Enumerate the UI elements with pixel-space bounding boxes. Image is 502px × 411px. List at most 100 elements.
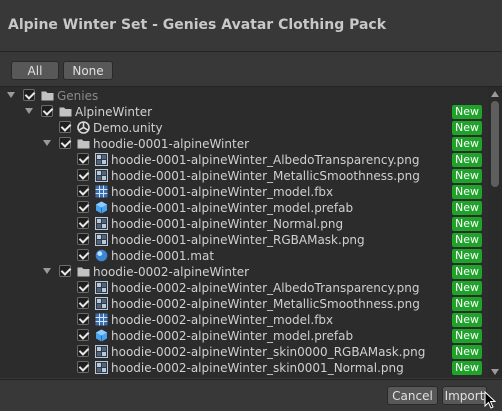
asset-label: hoodie-0002-alpineWinter_skin0000_RGBAMa… bbox=[111, 345, 426, 359]
tree-row[interactable]: hoodie-0001-alpineWinter_MetallicSmoothn… bbox=[0, 168, 488, 184]
tree-row[interactable]: hoodie-0002-alpineWinter_AlbedoTranspare… bbox=[0, 280, 488, 296]
tree-row[interactable]: AlpineWinter New bbox=[0, 104, 488, 120]
include-checkbox[interactable] bbox=[59, 121, 71, 133]
tree-row[interactable]: hoodie-0002-alpineWinter New bbox=[0, 264, 488, 280]
folder-icon bbox=[59, 105, 72, 118]
include-checkbox[interactable] bbox=[77, 297, 89, 309]
new-badge: New bbox=[452, 265, 482, 279]
tree-row[interactable]: hoodie-0002-alpineWinter_model.fbx New bbox=[0, 312, 488, 328]
mouse-cursor-icon bbox=[484, 391, 496, 409]
tree-row[interactable]: hoodie-0001.mat New bbox=[0, 248, 488, 264]
asset-label: hoodie-0001-alpineWinter_RGBAMask.png bbox=[111, 233, 365, 247]
include-checkbox[interactable] bbox=[77, 153, 89, 165]
new-badge: New bbox=[452, 169, 482, 183]
asset-label: hoodie-0002-alpineWinter_model.fbx bbox=[111, 313, 334, 327]
prefab-cube-icon bbox=[95, 329, 108, 342]
tree-row[interactable]: hoodie-0002-alpineWinter_model.prefab New bbox=[0, 328, 488, 344]
new-badge: New bbox=[452, 217, 482, 231]
model-mesh-icon bbox=[95, 185, 108, 198]
asset-label: hoodie-0001.mat bbox=[111, 249, 215, 263]
new-badge: New bbox=[452, 313, 482, 327]
include-checkbox[interactable] bbox=[41, 105, 53, 117]
new-badge: New bbox=[452, 297, 482, 311]
new-badge: New bbox=[452, 105, 482, 119]
cancel-button[interactable]: Cancel bbox=[387, 386, 438, 405]
include-checkbox[interactable] bbox=[77, 249, 89, 261]
texture-icon bbox=[95, 217, 108, 230]
include-checkbox[interactable] bbox=[77, 201, 89, 213]
asset-label: hoodie-0002-alpineWinter_AlbedoTranspare… bbox=[111, 281, 420, 295]
model-mesh-icon bbox=[95, 313, 108, 326]
include-checkbox[interactable] bbox=[23, 89, 35, 101]
scroll-up-arrow-icon[interactable] bbox=[491, 91, 499, 97]
include-checkbox[interactable] bbox=[77, 361, 89, 373]
asset-label: hoodie-0001-alpineWinter_model.fbx bbox=[111, 185, 334, 199]
asset-label: hoodie-0001-alpineWinter_MetallicSmoothn… bbox=[111, 169, 420, 183]
texture-icon bbox=[95, 361, 108, 374]
title-bar: Alpine Winter Set - Genies Avatar Clothi… bbox=[0, 0, 502, 52]
asset-label: hoodie-0002-alpineWinter_model.prefab bbox=[111, 329, 354, 343]
tree-row[interactable]: hoodie-0001-alpineWinter_AlbedoTranspare… bbox=[0, 152, 488, 168]
dialog-footer: Cancel Import bbox=[0, 379, 502, 411]
tree-row[interactable]: hoodie-0001-alpineWinter_Normal.png New bbox=[0, 216, 488, 232]
include-checkbox[interactable] bbox=[77, 169, 89, 181]
expand-arrow-icon[interactable] bbox=[43, 140, 51, 146]
asset-label: hoodie-0001-alpineWinter_AlbedoTranspare… bbox=[111, 153, 420, 167]
new-badge: New bbox=[452, 345, 482, 359]
material-sphere-icon bbox=[95, 249, 108, 262]
tree-row[interactable]: hoodie-0001-alpineWinter_RGBAMask.png New bbox=[0, 232, 488, 248]
tree-row[interactable]: hoodie-0002-alpineWinter_skin0000_RGBAMa… bbox=[0, 344, 488, 360]
tree-row[interactable]: Demo.unity New bbox=[0, 120, 488, 136]
include-checkbox[interactable] bbox=[59, 137, 71, 149]
asset-label: AlpineWinter bbox=[75, 105, 153, 119]
select-all-button[interactable]: All bbox=[11, 61, 59, 80]
folder-icon bbox=[41, 89, 54, 102]
scroll-down-arrow-icon[interactable] bbox=[491, 369, 499, 375]
texture-icon bbox=[95, 153, 108, 166]
tree-row[interactable]: hoodie-0002-alpineWinter_MetallicSmoothn… bbox=[0, 296, 488, 312]
tree-row[interactable]: hoodie-0002-alpineWinter_skin0001_Normal… bbox=[0, 360, 488, 376]
asset-label: hoodie-0002-alpineWinter_skin0001_Normal… bbox=[111, 361, 404, 375]
new-badge: New bbox=[452, 361, 482, 375]
new-badge: New bbox=[452, 281, 482, 295]
unity-scene-icon bbox=[77, 121, 90, 134]
window-title: Alpine Winter Set - Genies Avatar Clothi… bbox=[8, 17, 387, 33]
include-checkbox[interactable] bbox=[77, 281, 89, 293]
scrollbar-thumb[interactable] bbox=[491, 101, 499, 187]
asset-label: hoodie-0002-alpineWinter bbox=[93, 265, 250, 279]
texture-icon bbox=[95, 297, 108, 310]
tree-row[interactable]: hoodie-0001-alpineWinter_model.fbx New bbox=[0, 184, 488, 200]
asset-label: Genies bbox=[57, 89, 99, 103]
tree-row[interactable]: hoodie-0001-alpineWinter_model.prefab New bbox=[0, 200, 488, 216]
texture-icon bbox=[95, 345, 108, 358]
new-badge: New bbox=[452, 233, 482, 247]
texture-icon bbox=[95, 169, 108, 182]
prefab-cube-icon bbox=[95, 201, 108, 214]
new-badge: New bbox=[452, 329, 482, 343]
include-checkbox[interactable] bbox=[77, 233, 89, 245]
include-checkbox[interactable] bbox=[77, 185, 89, 197]
include-checkbox[interactable] bbox=[77, 313, 89, 325]
asset-label: hoodie-0001-alpineWinter_Normal.png bbox=[111, 217, 344, 231]
include-checkbox[interactable] bbox=[77, 217, 89, 229]
new-badge: New bbox=[452, 249, 482, 263]
asset-label: hoodie-0001-alpineWinter bbox=[93, 137, 250, 151]
new-badge: New bbox=[452, 153, 482, 167]
include-checkbox[interactable] bbox=[77, 345, 89, 357]
folder-icon bbox=[77, 265, 90, 278]
selection-toolbar: All None bbox=[0, 53, 502, 85]
include-checkbox[interactable] bbox=[59, 265, 71, 277]
new-badge: New bbox=[452, 201, 482, 215]
texture-icon bbox=[95, 281, 108, 294]
expand-arrow-icon[interactable] bbox=[43, 268, 51, 274]
include-checkbox[interactable] bbox=[77, 329, 89, 341]
expand-arrow-icon[interactable] bbox=[7, 92, 15, 98]
tree-row[interactable]: hoodie-0001-alpineWinter New bbox=[0, 136, 488, 152]
expand-arrow-icon[interactable] bbox=[25, 108, 33, 114]
select-none-button[interactable]: None bbox=[63, 61, 113, 80]
tree-row[interactable]: Genies bbox=[0, 88, 488, 104]
vertical-scrollbar[interactable] bbox=[488, 87, 502, 378]
asset-label: Demo.unity bbox=[93, 121, 163, 135]
import-button[interactable]: Import bbox=[442, 386, 487, 405]
new-badge: New bbox=[452, 121, 482, 135]
